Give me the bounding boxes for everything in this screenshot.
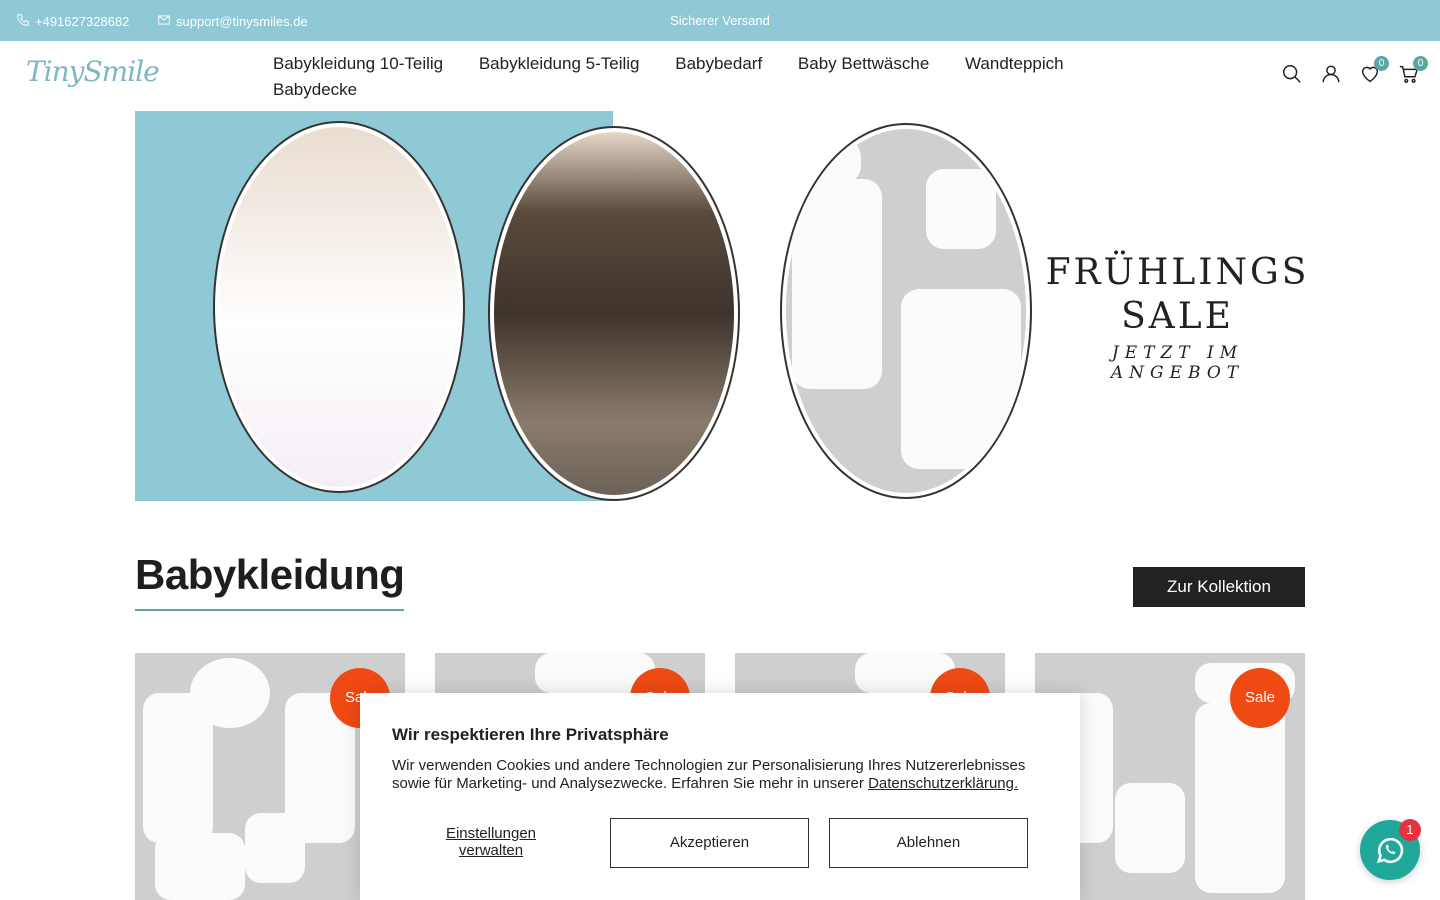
decline-button[interactable]: Ablehnen (829, 818, 1028, 868)
cookie-consent-dialog: Wir respektieren Ihre Privatsphäre Wir v… (360, 693, 1080, 900)
hero-headline: FRÜHLINGS SALE JETZT IM ANGEBOT (1040, 251, 1305, 383)
accept-button[interactable]: Akzeptieren (610, 818, 809, 868)
collection-button[interactable]: Zur Kollektion (1133, 567, 1305, 607)
hero-line-3: JETZT IM ANGEBOT (1110, 343, 1245, 383)
nav-item-babykleidung-5[interactable]: Babykleidung 5-Teilig (479, 51, 640, 77)
announcement-text: Sicherer Versand (670, 13, 770, 28)
search-icon[interactable] (1281, 63, 1303, 85)
chat-button[interactable]: 1 (1360, 819, 1421, 880)
wishlist-count-badge: 0 (1374, 56, 1389, 71)
hero-banner[interactable]: FRÜHLINGS SALE JETZT IM ANGEBOT (135, 111, 1305, 501)
nav-item-babykleidung-10[interactable]: Babykleidung 10-Teilig (273, 51, 443, 77)
wishlist-button[interactable]: 0 (1359, 56, 1389, 85)
cart-button[interactable]: 0 (1398, 56, 1428, 85)
privacy-policy-link[interactable]: Datenschutzerklärung. (868, 775, 1018, 792)
section-title: Babykleidung (135, 551, 405, 611)
announcement-bar: +491627328682 support@tinysmiles.de Sich… (0, 0, 1440, 41)
nav-item-babybedarf[interactable]: Babybedarf (675, 51, 762, 77)
nav-item-babydecke[interactable]: Babydecke (273, 77, 357, 103)
cart-count-badge: 0 (1413, 56, 1428, 71)
cookie-title: Wir respektieren Ihre Privatsphäre (392, 725, 669, 744)
main-nav: Babykleidung 10-Teilig Babykleidung 5-Te… (273, 51, 1113, 103)
account-icon[interactable] (1320, 63, 1342, 85)
nav-item-wandteppich[interactable]: Wandteppich (965, 51, 1064, 77)
hero-line-1: FRÜHLINGS (1045, 252, 1305, 293)
header-icons: 0 0 (1281, 56, 1428, 85)
hero-image-couple (488, 126, 740, 501)
hero-image-babywear (780, 123, 1032, 499)
logo[interactable]: TinySmile (26, 55, 160, 88)
manage-settings-link[interactable]: Einstellungen verwalten (440, 825, 542, 859)
chat-unread-badge: 1 (1399, 819, 1421, 841)
site-header: TinySmile Babykleidung 10-Teilig Babykle… (0, 41, 1440, 111)
sale-badge: Sale (1230, 668, 1290, 728)
hero-line-2: SALE (1121, 296, 1234, 337)
cookie-text: Wir verwenden Cookies und andere Technol… (392, 757, 1052, 793)
nav-item-baby-bettwaesche[interactable]: Baby Bettwäsche (798, 51, 929, 77)
hero-image-bedding (213, 121, 465, 493)
